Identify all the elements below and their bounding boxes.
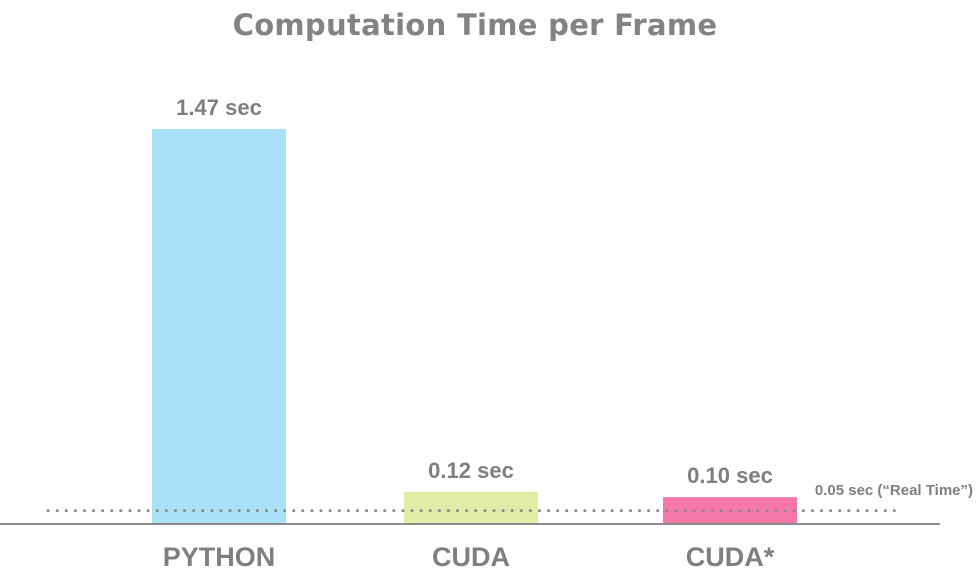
value-label: 0.10 sec [687,463,773,488]
value-label: 1.47 sec [176,95,262,120]
bar-cuda [404,491,538,524]
reference-line-label: 0.05 sec (“Real Time”) [815,482,973,499]
category-label: PYTHON [163,542,276,572]
bar-python [152,129,286,524]
value-label: 0.12 sec [428,458,514,483]
category-label: CUDA [432,542,510,572]
bar-chart: 1.47 sec PYTHON 0.12 sec CUDA 0.10 sec CUDA* 0… [0,95,973,572]
category-label: CUDA* [686,542,775,572]
